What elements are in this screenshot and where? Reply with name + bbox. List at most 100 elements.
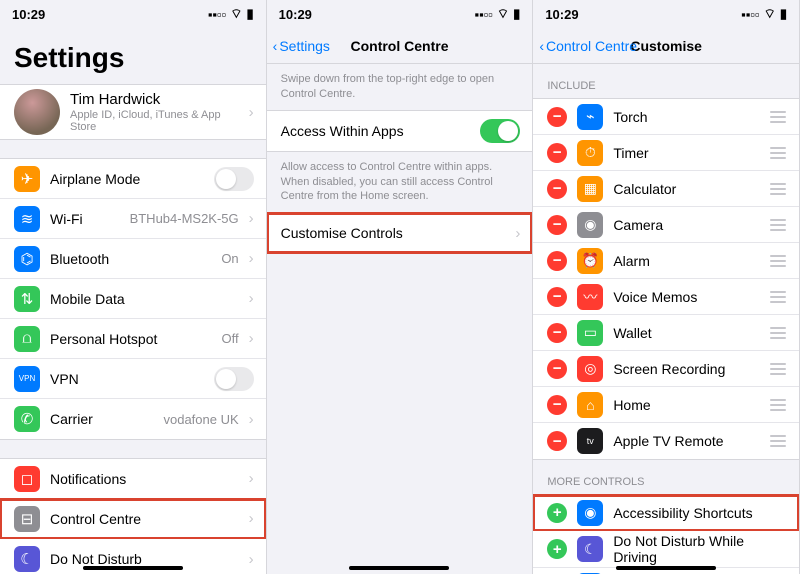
- battery-icon: ▮: [780, 6, 787, 22]
- settings-row-hotspot[interactable]: ⩍ Personal Hotspot Off›: [0, 319, 266, 359]
- chevron-right-icon: ›: [249, 210, 254, 227]
- include-row[interactable]: − tv Apple TV Remote: [533, 423, 799, 459]
- drag-handle-icon[interactable]: [769, 435, 787, 447]
- control-icon: ◉: [577, 212, 603, 238]
- mobiledata-label: Mobile Data: [50, 291, 239, 307]
- drag-handle-icon[interactable]: [769, 399, 787, 411]
- remove-button[interactable]: −: [547, 287, 567, 307]
- carrier-icon: ✆: [14, 406, 40, 432]
- settings-row-airplane[interactable]: ✈ Airplane Mode: [0, 159, 266, 199]
- home-indicator[interactable]: [616, 566, 716, 570]
- wifi-icon: ⌔: [230, 6, 242, 22]
- status-icons: ▪▪▫▫ ⌔ ▮: [208, 6, 254, 22]
- add-button[interactable]: +: [547, 539, 567, 559]
- hotspot-value: Off: [222, 331, 239, 346]
- notifications-icon: ◻: [14, 466, 40, 492]
- status-icons: ▪▪▫▫ ⌔ ▮: [474, 6, 520, 22]
- remove-button[interactable]: −: [547, 251, 567, 271]
- include-row[interactable]: − ◉ Camera: [533, 207, 799, 243]
- remove-button[interactable]: −: [547, 179, 567, 199]
- remove-button[interactable]: −: [547, 107, 567, 127]
- status-time: 10:29: [279, 7, 312, 22]
- add-button[interactable]: +: [547, 503, 567, 523]
- wifi-icon: ⌔: [497, 6, 509, 22]
- settings-row-carrier[interactable]: ✆ Carrier vodafone UK›: [0, 399, 266, 439]
- drag-handle-icon[interactable]: [769, 255, 787, 267]
- nav-bar: ‹ Settings Control Centre: [267, 28, 533, 64]
- control-label: Wallet: [613, 325, 759, 341]
- battery-icon: ▮: [513, 6, 520, 22]
- settings-row-notifications[interactable]: ◻ Notifications ›: [0, 459, 266, 499]
- bluetooth-icon: ⌬: [14, 246, 40, 272]
- airplane-icon: ✈: [14, 166, 40, 192]
- nav-back[interactable]: ‹ Control Centre: [539, 38, 637, 54]
- home-indicator[interactable]: [349, 566, 449, 570]
- include-row[interactable]: − ⌁ Torch: [533, 99, 799, 135]
- drag-handle-icon[interactable]: [769, 183, 787, 195]
- wifi-label: Wi-Fi: [50, 211, 120, 227]
- include-row[interactable]: − ⌂ Home: [533, 387, 799, 423]
- customise-controls-row[interactable]: Customise Controls ›: [267, 213, 533, 253]
- include-row[interactable]: − ◎ Screen Recording: [533, 351, 799, 387]
- control-icon: tv: [577, 428, 603, 454]
- remove-button[interactable]: −: [547, 215, 567, 235]
- remove-button[interactable]: −: [547, 395, 567, 415]
- settings-row-bluetooth[interactable]: ⌬ Bluetooth On›: [0, 239, 266, 279]
- control-label: Torch: [613, 109, 759, 125]
- airplane-label: Airplane Mode: [50, 171, 204, 187]
- chevron-right-icon: ›: [249, 290, 254, 307]
- drag-handle-icon[interactable]: [769, 147, 787, 159]
- drag-handle-icon[interactable]: [769, 219, 787, 231]
- screen-control-centre: 10:29 ▪▪▫▫ ⌔ ▮ ‹ Settings Control Centre…: [267, 0, 534, 574]
- control-label: Do Not Disturb While Driving: [613, 533, 787, 565]
- control-icon: ⌂: [577, 392, 603, 418]
- drag-handle-icon[interactable]: [769, 291, 787, 303]
- access-toggle[interactable]: [480, 119, 520, 143]
- more-row[interactable]: + ◉ Accessibility Shortcuts: [533, 495, 799, 531]
- signal-icon: ▪▪▫▫: [741, 7, 759, 22]
- control-icon: 〰: [577, 284, 603, 310]
- airplane-toggle[interactable]: [214, 167, 254, 191]
- drag-handle-icon[interactable]: [769, 111, 787, 123]
- chevron-left-icon: ‹: [273, 38, 278, 54]
- page-title: Settings: [0, 28, 266, 84]
- mobiledata-icon: ⇅: [14, 286, 40, 312]
- more-row[interactable]: + ☾ Do Not Disturb While Driving: [533, 531, 799, 568]
- control-label: Calculator: [613, 181, 759, 197]
- apple-id-row[interactable]: Tim Hardwick Apple ID, iCloud, iTunes & …: [0, 85, 266, 139]
- include-row[interactable]: − ⏰ Alarm: [533, 243, 799, 279]
- status-bar: 10:29 ▪▪▫▫ ⌔ ▮: [267, 0, 533, 28]
- include-row[interactable]: − ▦ Calculator: [533, 171, 799, 207]
- settings-row-vpn[interactable]: VPN VPN: [0, 359, 266, 399]
- nav-bar: ‹ Control Centre Customise: [533, 28, 799, 64]
- settings-row-wifi[interactable]: ≋ Wi-Fi BTHub4-MS2K-5G›: [0, 199, 266, 239]
- access-within-apps-row[interactable]: Access Within Apps: [267, 111, 533, 151]
- status-icons: ▪▪▫▫ ⌔ ▮: [741, 6, 787, 22]
- include-row[interactable]: − 〰 Voice Memos: [533, 279, 799, 315]
- remove-button[interactable]: −: [547, 143, 567, 163]
- include-row[interactable]: − ▭ Wallet: [533, 315, 799, 351]
- settings-row-mobiledata[interactable]: ⇅ Mobile Data ›: [0, 279, 266, 319]
- signal-icon: ▪▪▫▫: [208, 7, 226, 22]
- controlcentre-label: Control Centre: [50, 511, 239, 527]
- nav-back[interactable]: ‹ Settings: [273, 38, 330, 54]
- vpn-label: VPN: [50, 371, 204, 387]
- chevron-right-icon: ›: [249, 330, 254, 347]
- status-time: 10:29: [12, 7, 45, 22]
- include-row[interactable]: − ⏱ Timer: [533, 135, 799, 171]
- remove-button[interactable]: −: [547, 431, 567, 451]
- settings-row-controlcentre[interactable]: ⊟ Control Centre ›: [0, 499, 266, 539]
- drag-handle-icon[interactable]: [769, 363, 787, 375]
- chevron-right-icon: ›: [249, 551, 254, 568]
- vpn-toggle[interactable]: [214, 367, 254, 391]
- more-header: MORE CONTROLS: [533, 460, 799, 494]
- carrier-label: Carrier: [50, 411, 153, 427]
- remove-button[interactable]: −: [547, 323, 567, 343]
- home-indicator[interactable]: [83, 566, 183, 570]
- notifications-label: Notifications: [50, 471, 239, 487]
- control-icon: ▭: [577, 320, 603, 346]
- remove-button[interactable]: −: [547, 359, 567, 379]
- drag-handle-icon[interactable]: [769, 327, 787, 339]
- control-icon: ⌁: [577, 104, 603, 130]
- wifi-icon: ⌔: [764, 6, 776, 22]
